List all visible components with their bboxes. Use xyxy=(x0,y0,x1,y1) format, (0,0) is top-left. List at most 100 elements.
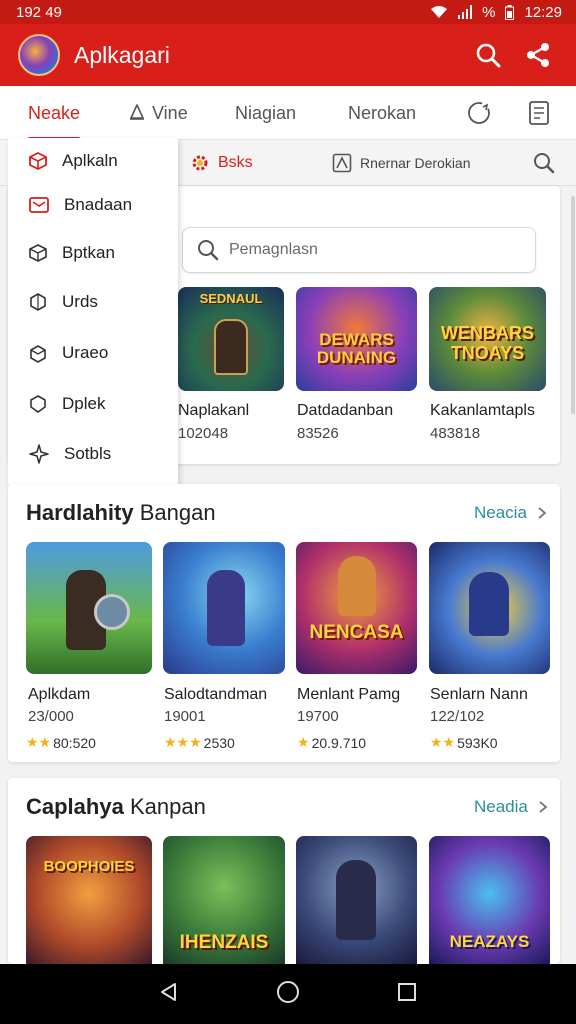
character-figure xyxy=(214,319,248,375)
game-title: Kakanlamtapls xyxy=(430,402,535,419)
game-tile-art[interactable]: NENCASA xyxy=(296,542,417,674)
game-title: Aplkdam xyxy=(28,686,91,703)
back-button[interactable] xyxy=(158,981,180,1008)
search-icon xyxy=(198,240,219,261)
game-tile-art[interactable] xyxy=(429,542,550,674)
tile-art-text: NENCASA xyxy=(309,622,404,643)
game-tile-art[interactable]: IHENZAIS xyxy=(163,836,285,964)
app-title: Aplkagari xyxy=(74,41,170,68)
game-tile-art[interactable]: DEWARS DUNAING xyxy=(296,287,417,391)
section-more-link[interactable]: Neadia xyxy=(474,797,548,817)
star-icon: ★★ xyxy=(26,734,52,750)
game-tile-art[interactable]: NEAZAYS xyxy=(429,836,550,964)
character-figure xyxy=(336,860,376,940)
menu-item-dplek[interactable]: Dplek xyxy=(8,381,178,427)
section-title-bold: Caplahya xyxy=(26,794,124,819)
menu-label: Urds xyxy=(62,292,98,311)
shield-icon xyxy=(30,395,46,413)
game-tile-art[interactable]: SEDNAUL xyxy=(178,287,284,391)
section-title: Hardlahity Bangan xyxy=(26,500,216,526)
battery-icon xyxy=(505,4,515,20)
tab-label: Niagian xyxy=(235,102,297,123)
game-rating: ★ 20.9.710 xyxy=(297,734,366,751)
subtab-label: Bsks xyxy=(218,154,253,171)
star-icon: ★★★ xyxy=(164,734,202,750)
game-tile-art[interactable] xyxy=(26,542,152,674)
search-box[interactable] xyxy=(182,227,536,273)
rating-value: 20.9.710 xyxy=(311,734,367,751)
game-tile-art[interactable] xyxy=(163,542,285,674)
home-button[interactable] xyxy=(276,980,300,1009)
section-title: Caplahya Kanpan xyxy=(26,794,206,820)
search-icon xyxy=(476,43,501,68)
game-title: Datdadanban xyxy=(297,402,394,419)
package-icon xyxy=(30,345,46,363)
game-tile-art[interactable]: BOOPHOIES xyxy=(26,836,152,964)
search-icon xyxy=(534,153,555,174)
game-rating: ★★★ 2530 xyxy=(164,734,235,751)
menu-label: Bnadaan xyxy=(64,195,133,214)
status-time: 192 49 xyxy=(16,3,62,21)
menu-label: Uraeo xyxy=(62,343,109,362)
section-more-link[interactable]: Neacia xyxy=(474,503,547,523)
recents-button[interactable] xyxy=(396,981,418,1008)
subtab-search-button[interactable] xyxy=(533,140,555,186)
more-label: Neacia xyxy=(474,503,527,522)
refresh-button[interactable] xyxy=(466,86,492,140)
menu-label: Aplkaln xyxy=(62,151,118,170)
menu-label: Bptkan xyxy=(62,243,115,262)
tab-neake[interactable]: Neake xyxy=(28,86,81,140)
menu-item-urds[interactable]: Urds xyxy=(8,279,178,325)
section-title-rest: Bangan xyxy=(139,500,216,525)
tile-art-text: SEDNAUL xyxy=(199,291,263,306)
more-label: Neadia xyxy=(474,797,528,816)
game-tile-art[interactable]: WENBARS TNOAYS xyxy=(429,287,546,391)
character-figure xyxy=(338,556,376,616)
game-tile-art[interactable] xyxy=(296,836,417,964)
tab-vine[interactable]: Vine xyxy=(128,86,188,140)
mail-icon xyxy=(29,197,49,213)
game-title: Menlant Pamg xyxy=(297,686,401,703)
game-count: 83526 xyxy=(297,425,339,442)
wifi-icon xyxy=(431,6,448,18)
refresh-icon xyxy=(468,102,490,124)
tab-niagian[interactable]: Niagian xyxy=(235,86,296,140)
subtab-label: Rnernar Derokian xyxy=(360,155,471,171)
menu-item-bnadaan[interactable]: Bnadaan xyxy=(8,182,178,228)
document-button[interactable] xyxy=(528,86,550,140)
tile-art-text: NEAZAYS xyxy=(449,932,530,951)
share-button[interactable] xyxy=(518,35,558,75)
scrollbar[interactable] xyxy=(571,196,575,414)
rating-value: 80:520 xyxy=(53,734,96,751)
game-count: 102048 xyxy=(178,425,229,442)
tab-label: Neake xyxy=(28,102,81,123)
cube-icon xyxy=(29,244,47,262)
game-title: Salodtandman xyxy=(164,686,268,703)
chevron-right-icon xyxy=(538,507,547,519)
menu-item-aplkaln[interactable]: Aplkaln xyxy=(8,138,178,184)
battery-text: % xyxy=(482,3,496,21)
box-icon xyxy=(29,151,47,171)
tile-art-text: DEWARS DUNAING xyxy=(316,330,397,367)
search-button[interactable] xyxy=(468,35,508,75)
status-bar: 192 49 % 12:29 xyxy=(0,0,576,24)
tab-nerokan[interactable]: Nerokan xyxy=(348,86,416,140)
image-icon xyxy=(332,153,352,173)
hexagon-icon xyxy=(30,293,46,311)
subtab-derokian[interactable]: Rnernar Derokian xyxy=(332,140,471,186)
search-input[interactable] xyxy=(229,241,509,259)
recents-icon xyxy=(398,982,416,1001)
menu-label: Sotbls xyxy=(64,444,112,463)
menu-item-bptkan[interactable]: Bptkan xyxy=(8,230,178,276)
tab-label: Nerokan xyxy=(348,102,417,123)
menu-item-sotbls[interactable]: Sotbls xyxy=(8,431,178,477)
subtab-bsks[interactable]: Bsks xyxy=(190,140,253,186)
game-rating: ★★ 593K0 xyxy=(430,734,498,751)
status-clock: 12:29 xyxy=(524,3,562,21)
navigation-bar xyxy=(0,964,576,1024)
game-title: Senlarn Nann xyxy=(430,686,528,703)
menu-item-uraeo[interactable]: Uraeo xyxy=(8,330,178,376)
bell-icon xyxy=(130,104,144,120)
game-count: 19700 xyxy=(297,708,339,725)
share-icon xyxy=(527,43,549,67)
